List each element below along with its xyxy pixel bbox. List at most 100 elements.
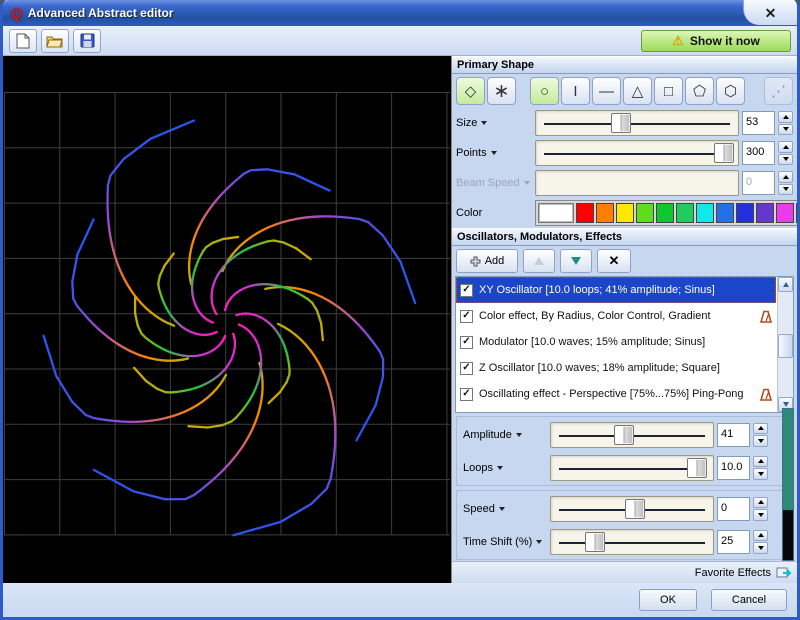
scroll-thumb[interactable]	[778, 334, 793, 358]
color-swatch[interactable]	[656, 203, 674, 223]
speed-spinner[interactable]	[753, 497, 768, 521]
square-shape-button[interactable]: □	[654, 77, 683, 105]
new-document-button[interactable]	[9, 29, 37, 53]
color-swatch[interactable]	[756, 203, 774, 223]
list-scrollbar[interactable]	[777, 277, 793, 412]
size-label[interactable]: Size	[456, 117, 532, 129]
hexagon-shape-button[interactable]: ⬡	[716, 77, 745, 105]
close-button[interactable]: ✕	[765, 6, 777, 20]
color-swatch[interactable]	[776, 203, 794, 223]
speed-label[interactable]: Speed	[463, 503, 547, 515]
size-value[interactable]: 53	[742, 111, 775, 135]
loops-slider[interactable]	[550, 455, 714, 481]
effects-rows: ✓XY Oscillator [10.0 loops; 41% amplitud…	[456, 277, 776, 413]
cancel-button[interactable]: Cancel	[711, 589, 787, 611]
spin-up-button[interactable]	[753, 530, 768, 542]
scroll-track[interactable]	[778, 292, 793, 397]
speed-value[interactable]: 0	[717, 497, 750, 521]
slider-thumb[interactable]	[687, 458, 707, 478]
spin-up-button[interactable]	[778, 111, 793, 123]
color-swatch[interactable]	[596, 203, 614, 223]
ok-button[interactable]: OK	[639, 589, 697, 611]
effect-checkbox[interactable]: ✓	[460, 284, 473, 297]
color-swatch[interactable]	[716, 203, 734, 223]
slider-thumb[interactable]	[614, 425, 634, 445]
color-swatch[interactable]	[616, 203, 634, 223]
color-swatch[interactable]	[576, 203, 594, 223]
amplitude-value[interactable]: 41	[717, 423, 750, 447]
star-shape-button[interactable]: ∗	[487, 77, 516, 105]
speed-slider[interactable]	[550, 496, 714, 522]
effect-checkbox[interactable]: ✓	[460, 362, 473, 375]
open-folder-icon	[46, 34, 64, 48]
favorite-effects-label[interactable]: Favorite Effects	[695, 567, 771, 579]
spin-down-button[interactable]	[753, 509, 768, 521]
spin-down-button[interactable]	[753, 468, 768, 480]
circle-shape-button[interactable]: ○	[530, 77, 559, 105]
effect-list-item[interactable]: ✓XY Oscillator [10.0 loops; 41% amplitud…	[456, 277, 776, 303]
add-plus-icon	[470, 256, 481, 267]
points-spinner[interactable]	[778, 141, 793, 165]
points-value[interactable]: 300	[742, 141, 775, 165]
time-shift-slider[interactable]	[550, 529, 714, 555]
spin-down-button[interactable]	[778, 124, 793, 136]
vline-shape-button[interactable]: I	[561, 77, 590, 105]
pentagon-shape-button[interactable]: ⬠	[685, 77, 714, 105]
pentagon-icon: ⬠	[693, 84, 706, 99]
spin-up-button[interactable]	[778, 141, 793, 153]
slider-thumb[interactable]	[611, 113, 631, 133]
laser-warning-icon: ⚠	[672, 34, 684, 47]
dropdown-arrow-icon	[536, 540, 542, 544]
effect-list-item[interactable]: ✓Color effect, By Radius, Color Control,…	[456, 303, 776, 329]
time-shift-spinner[interactable]	[753, 530, 768, 554]
dialog-title: Advanced Abstract editor	[28, 6, 174, 20]
color-swatch[interactable]	[636, 203, 654, 223]
effect-checkbox[interactable]: ✓	[460, 310, 473, 323]
effects-list[interactable]: ✓XY Oscillator [10.0 loops; 41% amplitud…	[455, 276, 794, 413]
loops-spinner[interactable]	[753, 456, 768, 480]
effect-checkbox[interactable]: ✓	[460, 388, 473, 401]
size-slider[interactable]	[535, 110, 739, 136]
effect-checkbox[interactable]: ✓	[460, 336, 473, 349]
slider-thumb[interactable]	[625, 499, 645, 519]
spin-up-button[interactable]	[753, 423, 768, 435]
triangle-shape-button[interactable]: △	[623, 77, 652, 105]
color-swatch[interactable]	[736, 203, 754, 223]
spin-down-button[interactable]	[753, 542, 768, 554]
show-it-now-button[interactable]: ⚠ Show it now	[641, 30, 791, 52]
slider-thumb[interactable]	[714, 143, 734, 163]
add-effect-button[interactable]: Add	[456, 249, 518, 273]
save-button[interactable]	[73, 29, 101, 53]
loops-label[interactable]: Loops	[463, 462, 547, 474]
color-swatch[interactable]	[796, 203, 800, 223]
spin-up-button[interactable]	[753, 497, 768, 509]
loops-value[interactable]: 10.0	[717, 456, 750, 480]
delete-effect-button[interactable]: ✕	[597, 249, 631, 273]
slider-thumb[interactable]	[585, 532, 605, 552]
size-spinner[interactable]	[778, 111, 793, 135]
spin-up-button[interactable]	[753, 456, 768, 468]
effect-list-item[interactable]: ✓Modulator [10.0 waves; 15% amplitude; S…	[456, 329, 776, 355]
hline-shape-button[interactable]: —	[592, 77, 621, 105]
amplitude-spinner[interactable]	[753, 423, 768, 447]
effect-list-item[interactable]: ✓Z Oscillator [10.0 waves; 18% amplitude…	[456, 355, 776, 381]
effect-list-item[interactable]: ✓Oscillating effect - Perspective [75%..…	[456, 381, 776, 407]
open-button[interactable]	[41, 29, 69, 53]
points-label[interactable]: Points	[456, 147, 532, 159]
amplitude-slider[interactable]	[550, 422, 714, 448]
amplitude-label[interactable]: Amplitude	[463, 429, 547, 441]
spin-down-button[interactable]	[753, 435, 768, 447]
time-shift-value[interactable]: 25	[717, 530, 750, 554]
color-swatch[interactable]	[538, 203, 574, 223]
move-down-button[interactable]	[560, 249, 592, 273]
points-slider[interactable]	[535, 140, 739, 166]
favorite-effects-icon[interactable]	[776, 566, 793, 580]
spin-down-button[interactable]	[778, 154, 793, 166]
effect-list-item[interactable]: Fading over time, By Point, Fade In + Ou…	[456, 407, 776, 413]
color-swatch[interactable]	[676, 203, 694, 223]
color-swatch[interactable]	[696, 203, 714, 223]
scroll-up-button[interactable]	[778, 277, 793, 292]
time-shift-label[interactable]: Time Shift (%)	[463, 536, 547, 548]
dropdown-arrow-icon	[497, 466, 503, 470]
diamond-shape-button[interactable]: ◇	[456, 77, 485, 105]
